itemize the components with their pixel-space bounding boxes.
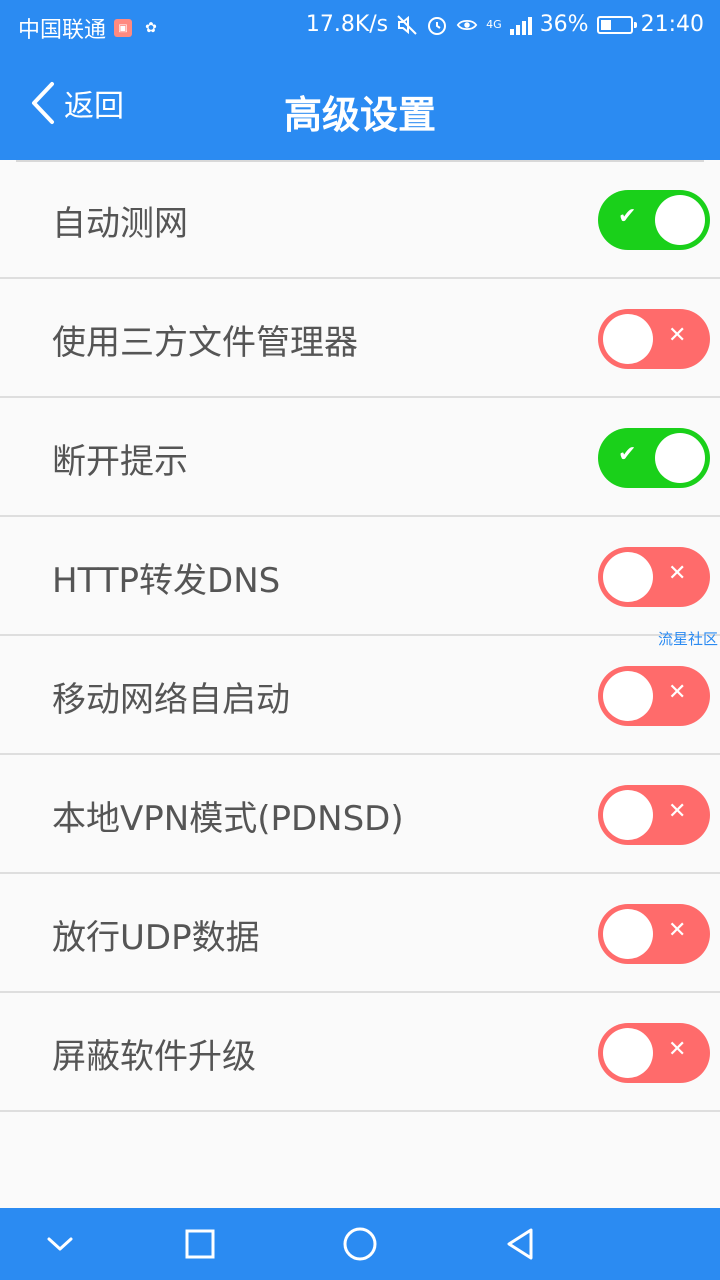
- app-header: 中国联通 ▣ ✿ 17.8K/s 4G 36% 21:40 返回 高级设置: [0, 0, 720, 160]
- setting-row-allow-udp: 放行UDP数据 ✕: [0, 874, 720, 993]
- setting-row-mobile-autostart: 移动网络自启动 ✕: [0, 636, 720, 755]
- network-speed: 17.8K/s: [305, 12, 389, 37]
- toggle-switch-mobile-autostart[interactable]: ✕: [598, 666, 710, 726]
- toggle-knob: [655, 433, 705, 483]
- watermark: 流星社区: [657, 630, 718, 648]
- square-icon: [185, 1229, 215, 1259]
- status-bar: 中国联通 ▣ ✿ 17.8K/s 4G 36% 21:40: [0, 0, 720, 50]
- back-nav-button[interactable]: [500, 1224, 540, 1264]
- toggle-knob: [603, 909, 653, 959]
- setting-row-local-vpn: 本地VPN模式(PDNSD) ✕: [0, 755, 720, 874]
- toggle-knob: [655, 195, 705, 245]
- setting-label: HTTP转发DNS: [52, 561, 281, 601]
- setting-row-http-dns: HTTP转发DNS ✕: [0, 517, 720, 636]
- toggle-switch-auto-network-test[interactable]: ✔: [598, 190, 710, 250]
- home-button[interactable]: [340, 1224, 380, 1264]
- network-type: 4G: [486, 18, 502, 31]
- setting-label: 放行UDP数据: [52, 918, 260, 958]
- system-nav-bar: [0, 1208, 720, 1280]
- battery-icon: [596, 15, 637, 34]
- status-left: 中国联通 ▣ ✿: [18, 12, 162, 44]
- mute-icon: [396, 14, 418, 36]
- toggle-knob: [603, 671, 653, 721]
- toggle-switch-third-party-file-manager[interactable]: ✕: [598, 309, 710, 369]
- setting-label: 断开提示: [52, 442, 188, 482]
- battery-percent: 36%: [539, 12, 589, 37]
- eye-comfort-icon: [456, 14, 478, 36]
- toggle-knob: [603, 314, 653, 364]
- clock: 21:40: [640, 12, 704, 37]
- circle-icon: [343, 1227, 377, 1261]
- title-bar: 返回 高级设置: [0, 50, 720, 160]
- check-icon: ✔: [618, 442, 637, 467]
- settings-list: 自动测网 ✔ 使用三方文件管理器 ✕ 断开提示 ✔ HTTP转发DNS ✕ 移动…: [0, 160, 720, 1112]
- notification-icon: ✿: [145, 20, 157, 36]
- signal-icon: [509, 15, 532, 35]
- close-icon: ✕: [668, 680, 687, 705]
- setting-label: 屏蔽软件升级: [52, 1037, 256, 1077]
- setting-label: 自动测网: [52, 204, 188, 244]
- setting-label: 本地VPN模式(PDNSD): [52, 799, 404, 839]
- triangle-back-icon: [507, 1228, 533, 1260]
- carrier-name: 中国联通: [18, 18, 107, 43]
- close-icon: ✕: [668, 799, 687, 824]
- sim-icon: ▣: [114, 19, 133, 37]
- toggle-switch-disconnect-notice[interactable]: ✔: [598, 428, 710, 488]
- toggle-switch-local-vpn[interactable]: ✕: [598, 785, 710, 845]
- setting-row-disconnect-notice: 断开提示 ✔: [0, 398, 720, 517]
- close-icon: ✕: [668, 323, 687, 348]
- setting-row-third-party-file-manager: 使用三方文件管理器 ✕: [0, 279, 720, 398]
- setting-label: 使用三方文件管理器: [52, 323, 358, 363]
- close-icon: ✕: [668, 561, 687, 586]
- page-title: 高级设置: [283, 93, 436, 137]
- toggle-switch-block-updates[interactable]: ✕: [598, 1023, 710, 1083]
- toggle-knob: [603, 552, 653, 602]
- close-icon: ✕: [668, 918, 687, 943]
- status-right: 17.8K/s 4G 36% 21:40: [306, 12, 704, 37]
- toggle-switch-http-dns[interactable]: ✕: [598, 547, 710, 607]
- check-icon: ✔: [618, 204, 637, 229]
- toggle-knob: [603, 790, 653, 840]
- toggle-knob: [603, 1028, 653, 1078]
- setting-label: 移动网络自启动: [52, 680, 290, 720]
- setting-row-block-updates: 屏蔽软件升级 ✕: [0, 993, 720, 1112]
- recents-button[interactable]: [180, 1224, 220, 1264]
- chevron-down-icon: [47, 1237, 73, 1251]
- toggle-switch-allow-udp[interactable]: ✕: [598, 904, 710, 964]
- hide-nav-button[interactable]: [40, 1224, 80, 1264]
- close-icon: ✕: [668, 1037, 687, 1062]
- alarm-icon: [426, 14, 448, 36]
- setting-row-auto-network-test: 自动测网 ✔: [0, 160, 720, 279]
